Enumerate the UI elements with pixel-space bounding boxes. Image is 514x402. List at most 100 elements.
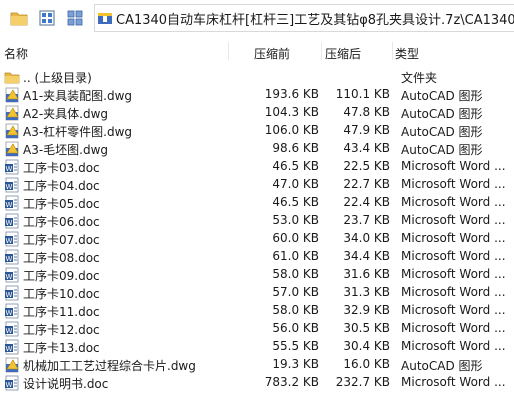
file-type: Microsoft Word ... bbox=[401, 321, 506, 335]
file-row[interactable]: A2-夹具体.dwg 104.3 KB 47.8 KB AutoCAD 图形 bbox=[0, 104, 514, 122]
file-row[interactable]: .. (上级目录) 文件夹 bbox=[0, 68, 514, 86]
file-packed-size: 47.9 KB bbox=[343, 123, 390, 137]
file-name: 机械加工工艺过程综合卡片.dwg bbox=[23, 359, 196, 373]
file-size: 106.0 KB bbox=[264, 123, 319, 137]
word-doc-icon: W bbox=[5, 213, 19, 229]
word-doc-icon: W bbox=[5, 159, 19, 175]
file-size: 58.0 KB bbox=[272, 303, 319, 317]
file-size: 58.0 KB bbox=[272, 267, 319, 281]
file-row[interactable]: W 工序卡10.doc 57.0 KB 31.3 KB Microsoft Word .… bbox=[0, 284, 514, 302]
file-row[interactable]: W 工序卡13.doc 55.5 KB 30.4 KB Microsoft Word .… bbox=[0, 338, 514, 356]
file-name: 工序卡08.doc bbox=[23, 251, 100, 265]
file-name: A2-夹具体.dwg bbox=[23, 107, 109, 121]
file-name: 工序卡06.doc bbox=[23, 215, 100, 229]
file-type: 文件夹 bbox=[401, 71, 438, 85]
file-name: A3-毛坯图.dwg bbox=[23, 143, 109, 157]
file-packed-size: 22.7 KB bbox=[343, 177, 390, 191]
file-name: 工序卡10.doc bbox=[23, 287, 100, 301]
file-row[interactable]: W 工序卡07.doc 60.0 KB 34.0 KB Microsoft Word .… bbox=[0, 230, 514, 248]
column-header: 名称 压缩前 压缩后 类型 bbox=[0, 40, 514, 62]
file-size: 193.6 KB bbox=[264, 87, 319, 101]
file-name: 工序卡12.doc bbox=[23, 323, 100, 337]
file-size: 56.0 KB bbox=[272, 321, 319, 335]
svg-text:W: W bbox=[6, 309, 13, 317]
file-row[interactable]: A3-毛坯图.dwg 98.6 KB 43.4 KB AutoCAD 图形 bbox=[0, 140, 514, 158]
file-packed-size: 34.0 KB bbox=[343, 231, 390, 245]
word-doc-icon: W bbox=[5, 339, 19, 355]
view-icon[interactable] bbox=[38, 9, 56, 27]
address-path: CA1340自动车床杠杆[杠杆三]工艺及其钻φ8孔夹具设计.7z\CA1340自… bbox=[116, 13, 514, 28]
file-row[interactable]: 机械加工工艺过程综合卡片.dwg 19.3 KB 16.0 KB AutoCAD 图形 bbox=[0, 356, 514, 374]
svg-text:W: W bbox=[6, 327, 13, 335]
file-name: 工序卡09.doc bbox=[23, 269, 100, 283]
column-size[interactable]: 压缩前 bbox=[254, 45, 290, 62]
word-doc-icon: W bbox=[5, 177, 19, 193]
file-row[interactable]: W 工序卡12.doc 56.0 KB 30.5 KB Microsoft Word .… bbox=[0, 320, 514, 338]
file-size: 53.0 KB bbox=[272, 213, 319, 227]
svg-text:W: W bbox=[6, 219, 13, 227]
file-type: Microsoft Word ... bbox=[401, 249, 506, 263]
svg-text:W: W bbox=[6, 183, 13, 191]
word-doc-icon: W bbox=[5, 249, 19, 265]
svg-text:W: W bbox=[6, 165, 13, 173]
column-type[interactable]: 类型 bbox=[395, 45, 419, 62]
file-type: AutoCAD 图形 bbox=[401, 143, 483, 157]
file-name: 工序卡07.doc bbox=[23, 233, 100, 247]
file-packed-size: 110.1 KB bbox=[335, 87, 390, 101]
file-type: Microsoft Word ... bbox=[401, 339, 506, 353]
file-row[interactable]: W 工序卡11.doc 58.0 KB 32.9 KB Microsoft Word .… bbox=[0, 302, 514, 320]
file-type: Microsoft Word ... bbox=[401, 375, 506, 389]
file-name: 设计说明书.doc bbox=[23, 377, 109, 391]
file-packed-size: 232.7 KB bbox=[335, 375, 390, 389]
file-packed-size: 16.0 KB bbox=[343, 357, 390, 371]
column-divider[interactable] bbox=[321, 42, 322, 60]
file-type: AutoCAD 图形 bbox=[401, 359, 483, 373]
archive-window: CA1340自动车床杠杆[杠杆三]工艺及其钻φ8孔夹具设计.7z\CA1340自… bbox=[0, 0, 514, 402]
file-row[interactable]: A1-夹具装配图.dwg 193.6 KB 110.1 KB AutoCAD 图形 bbox=[0, 86, 514, 104]
file-row[interactable]: W 工序卡03.doc 46.5 KB 22.5 KB Microsoft Word .… bbox=[0, 158, 514, 176]
file-row[interactable]: W 工序卡06.doc 53.0 KB 23.7 KB Microsoft Word .… bbox=[0, 212, 514, 230]
file-size: 61.0 KB bbox=[272, 249, 319, 263]
word-doc-icon: W bbox=[5, 303, 19, 319]
file-list: .. (上级目录) 文件夹 A1-夹具装配图.dwg 193.6 KB 110.1 KB… bbox=[0, 68, 514, 392]
grid-view-icon[interactable] bbox=[66, 9, 84, 27]
word-doc-icon: W bbox=[5, 267, 19, 283]
file-type: AutoCAD 图形 bbox=[401, 125, 483, 139]
dwg-file-icon bbox=[5, 141, 19, 157]
file-type: Microsoft Word ... bbox=[401, 267, 506, 281]
file-size: 98.6 KB bbox=[272, 141, 319, 155]
file-row[interactable]: W 工序卡04.doc 47.0 KB 22.7 KB Microsoft Word .… bbox=[0, 176, 514, 194]
dwg-file-icon bbox=[5, 87, 19, 103]
file-name: .. (上级目录) bbox=[23, 71, 92, 85]
column-divider[interactable] bbox=[228, 42, 229, 60]
file-packed-size: 30.5 KB bbox=[343, 321, 390, 335]
file-name: A3-杠杆零件图.dwg bbox=[23, 125, 133, 139]
file-name: 工序卡13.doc bbox=[23, 341, 100, 355]
column-packed-size[interactable]: 压缩后 bbox=[325, 45, 361, 62]
file-name: 工序卡11.doc bbox=[23, 305, 100, 319]
file-row[interactable]: W 工序卡08.doc 61.0 KB 34.4 KB Microsoft Word .… bbox=[0, 248, 514, 266]
file-type: AutoCAD 图形 bbox=[401, 89, 483, 103]
file-name: A1-夹具装配图.dwg bbox=[23, 89, 133, 103]
file-type: AutoCAD 图形 bbox=[401, 107, 483, 121]
address-bar[interactable]: CA1340自动车床杠杆[杠杆三]工艺及其钻φ8孔夹具设计.7z\CA1340自… bbox=[94, 4, 514, 32]
file-size: 783.2 KB bbox=[264, 375, 319, 389]
file-size: 104.3 KB bbox=[264, 105, 319, 119]
file-row[interactable]: A3-杠杆零件图.dwg 106.0 KB 47.9 KB AutoCAD 图形 bbox=[0, 122, 514, 140]
file-packed-size: 22.5 KB bbox=[343, 159, 390, 173]
file-packed-size: 34.4 KB bbox=[343, 249, 390, 263]
word-doc-icon: W bbox=[5, 375, 19, 391]
archive-folder-icon[interactable] bbox=[10, 9, 28, 27]
svg-text:W: W bbox=[6, 255, 13, 263]
file-row[interactable]: W 设计说明书.doc 783.2 KB 232.7 KB Microsoft Word… bbox=[0, 374, 514, 392]
column-name[interactable]: 名称 bbox=[4, 45, 28, 62]
file-packed-size: 43.4 KB bbox=[343, 141, 390, 155]
file-row[interactable]: W 工序卡09.doc 58.0 KB 31.6 KB Microsoft Word .… bbox=[0, 266, 514, 284]
file-row[interactable]: W 工序卡05.doc 46.5 KB 22.4 KB Microsoft Word .… bbox=[0, 194, 514, 212]
column-divider[interactable] bbox=[392, 42, 393, 60]
file-size: 47.0 KB bbox=[272, 177, 319, 191]
file-type: Microsoft Word ... bbox=[401, 285, 506, 299]
svg-text:W: W bbox=[6, 273, 13, 281]
file-name: 工序卡04.doc bbox=[23, 179, 100, 193]
dwg-file-icon bbox=[5, 105, 19, 121]
